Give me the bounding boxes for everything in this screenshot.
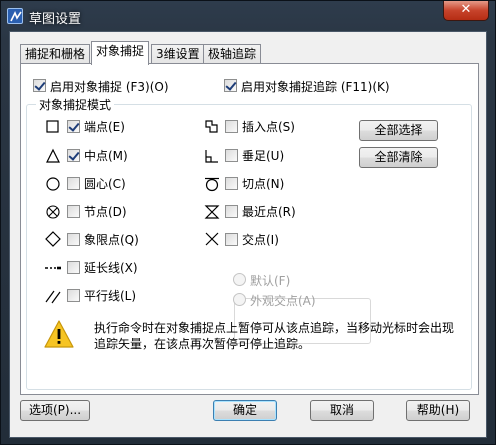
apparent-radio[interactable] — [233, 293, 246, 306]
insertion-icon — [205, 120, 218, 133]
center-label[interactable]: 圆心(C) — [84, 175, 126, 192]
quadrant-checkbox[interactable] — [67, 233, 80, 246]
nearest-checkbox[interactable] — [225, 205, 238, 218]
perpendicular-icon — [205, 150, 218, 163]
cancel-button[interactable]: 取消 — [310, 400, 374, 421]
nearest-label[interactable]: 最近点(R) — [242, 203, 296, 220]
snap-modes-title: 对象捕捉模式 — [36, 96, 115, 113]
tab-object-snap[interactable]: 对象捕捉 — [91, 41, 150, 65]
center-checkbox[interactable] — [67, 177, 80, 190]
intersection-checkbox[interactable] — [225, 233, 238, 246]
drafting-settings-dialog: 草图设置 ✕ 捕捉和栅格 对象捕捉 3维设置 极轴追踪 启用对象捕捉 (F3)(… — [0, 0, 496, 445]
quadrant-diamond-icon — [45, 231, 61, 247]
tab-snap-and-grid[interactable]: 捕捉和栅格 — [20, 44, 91, 65]
dialog-client: 捕捉和栅格 对象捕捉 3维设置 极轴追踪 启用对象捕捉 (F3)(O) 启用对象… — [9, 31, 487, 438]
tracking-on-checkbox[interactable] — [224, 79, 237, 92]
midpoint-triangle-icon — [46, 148, 60, 163]
tab-polar-tracking[interactable]: 极轴追踪 — [203, 44, 262, 65]
endpoint-square-icon — [46, 120, 59, 133]
app-icon — [7, 8, 23, 24]
node-circle-x-icon — [46, 205, 60, 219]
ok-button[interactable]: 确定 — [213, 400, 277, 421]
extension-label[interactable]: 延长线(X) — [84, 259, 138, 276]
midpoint-checkbox[interactable] — [67, 149, 80, 162]
tangent-icon — [205, 177, 219, 192]
perpendicular-label[interactable]: 垂足(U) — [242, 147, 284, 164]
window-title: 草图设置 — [29, 12, 82, 27]
osnap-on-checkbox[interactable] — [33, 79, 46, 92]
parallel-lines-icon — [45, 290, 61, 304]
quadrant-label[interactable]: 象限点(Q) — [84, 231, 139, 248]
parallel-checkbox[interactable] — [67, 289, 80, 302]
clear-all-button[interactable]: 全部清除 — [359, 147, 438, 168]
parallel-label[interactable]: 平行线(L) — [84, 287, 136, 304]
apparent-radio-label[interactable]: 外观交点(A) — [250, 292, 316, 309]
endpoint-label[interactable]: 端点(E) — [84, 118, 125, 135]
tangent-label[interactable]: 切点(N) — [242, 175, 284, 192]
tab-3d-settings[interactable]: 3维设置 — [151, 44, 205, 65]
endpoint-checkbox[interactable] — [67, 120, 80, 133]
title-bar: 草图设置 ✕ — [1, 1, 495, 31]
tracking-hint-message: 执行命令时在对象捕捉点上暂停可从该点追踪，当移动光标时会出现追踪矢量，在该点再次… — [94, 321, 455, 351]
help-button[interactable]: 帮助(H) — [406, 400, 470, 421]
default-radio[interactable] — [233, 273, 246, 286]
osnap-on-label[interactable]: 启用对象捕捉 (F3)(O) — [50, 78, 169, 95]
center-circle-icon — [46, 177, 60, 191]
extension-dash-icon — [45, 266, 61, 270]
node-label[interactable]: 节点(D) — [84, 203, 127, 220]
insertion-checkbox[interactable] — [225, 120, 238, 133]
tracking-on-label[interactable]: 启用对象捕捉追踪 (F11)(K) — [241, 78, 390, 95]
insertion-label[interactable]: 插入点(S) — [242, 118, 295, 135]
nearest-hourglass-icon — [204, 205, 220, 219]
intersection-x-icon — [205, 232, 219, 246]
extension-checkbox[interactable] — [67, 261, 80, 274]
warning-icon — [44, 320, 74, 348]
options-button[interactable]: 选项(P)... — [20, 400, 90, 421]
default-radio-label[interactable]: 默认(F) — [250, 272, 290, 289]
intersection-label[interactable]: 交点(I) — [242, 231, 279, 248]
close-button[interactable]: ✕ — [443, 1, 489, 21]
node-checkbox[interactable] — [67, 205, 80, 218]
select-all-button[interactable]: 全部选择 — [359, 120, 438, 141]
perpendicular-checkbox[interactable] — [225, 149, 238, 162]
tangent-checkbox[interactable] — [225, 177, 238, 190]
midpoint-label[interactable]: 中点(M) — [84, 147, 128, 164]
